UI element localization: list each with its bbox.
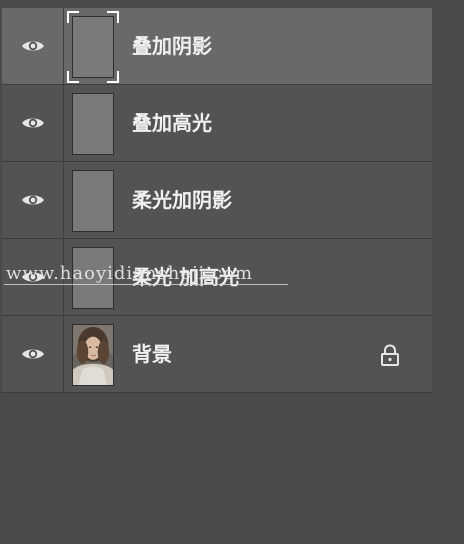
panel-top-strip: [0, 0, 464, 8]
visibility-toggle[interactable]: [2, 316, 64, 392]
layer-list: 叠加阴影 叠加高光 柔光加阴影 柔光 加高光 背景: [2, 8, 432, 393]
eye-icon[interactable]: [21, 116, 45, 130]
layer-name[interactable]: 柔光加阴影: [132, 188, 232, 212]
eye-icon[interactable]: [21, 39, 45, 53]
lock-icon[interactable]: [380, 344, 400, 366]
layers-panel: 叠加阴影 叠加高光 柔光加阴影 柔光 加高光 背景 www.haoyidians…: [0, 0, 464, 544]
visibility-toggle[interactable]: [2, 8, 64, 84]
layer-name[interactable]: 叠加阴影: [132, 34, 212, 58]
portrait-thumbnail[interactable]: [72, 324, 114, 386]
layer-name[interactable]: 背景: [132, 342, 172, 366]
layer-thumbnail[interactable]: [72, 170, 114, 232]
layer-row-overlay-highlight[interactable]: 叠加高光: [2, 85, 432, 162]
watermark-text: www.haoyidiansheji.com: [6, 263, 254, 284]
visibility-toggle[interactable]: [2, 85, 64, 161]
watermark-underline: [4, 284, 288, 285]
layer-name[interactable]: 叠加高光: [132, 111, 212, 135]
layer-row-background[interactable]: 背景: [2, 316, 432, 393]
layer-row-softlight-shadow[interactable]: 柔光加阴影: [2, 162, 432, 239]
eye-icon[interactable]: [21, 347, 45, 361]
eye-icon[interactable]: [21, 193, 45, 207]
selection-frame-icon: [67, 11, 119, 83]
visibility-toggle[interactable]: [2, 162, 64, 238]
layer-row-overlay-shadow[interactable]: 叠加阴影: [2, 8, 432, 85]
layer-thumbnail[interactable]: [72, 93, 114, 155]
empty-panel-area: [2, 398, 432, 544]
